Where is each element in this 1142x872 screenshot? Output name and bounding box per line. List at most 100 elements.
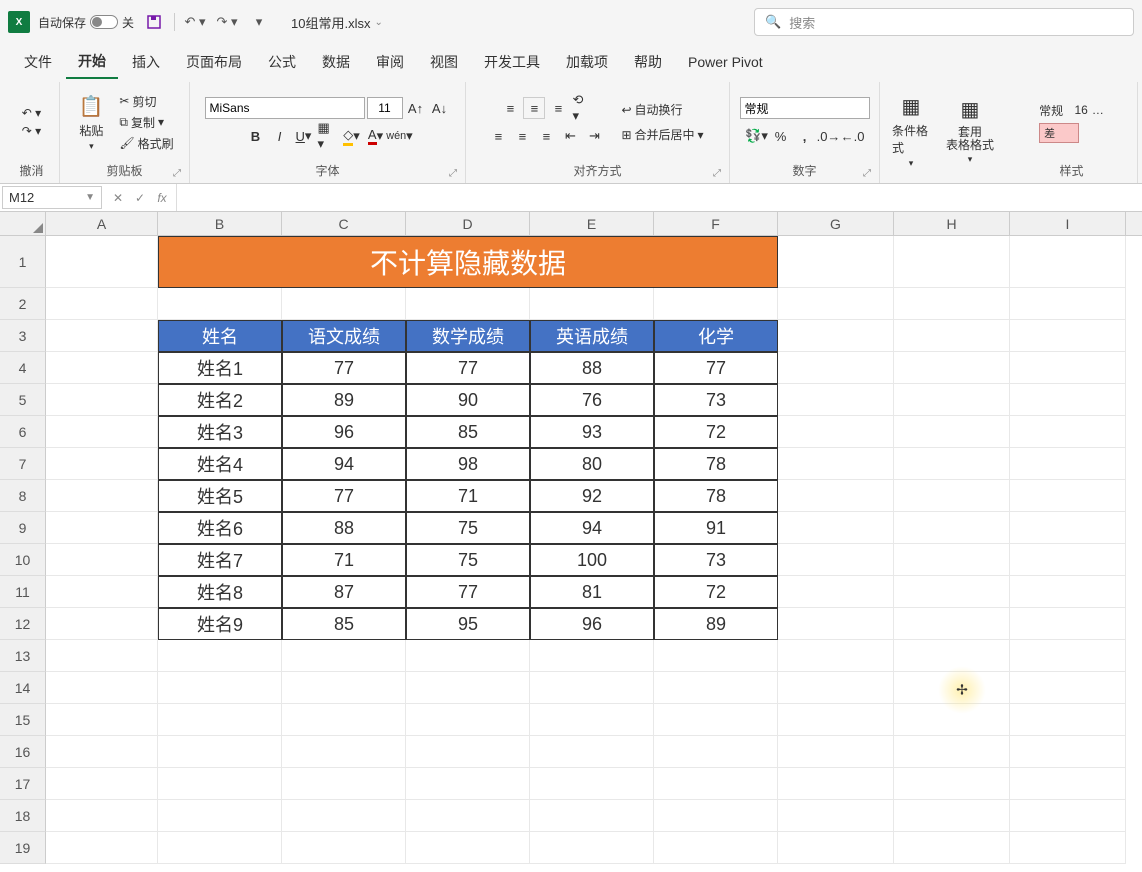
row-header-5[interactable]: 5 bbox=[0, 384, 46, 416]
align-left-button[interactable]: ≡ bbox=[487, 125, 509, 147]
cell-I10[interactable] bbox=[1010, 544, 1126, 576]
tab-data[interactable]: 数据 bbox=[310, 46, 362, 78]
percent-button[interactable]: % bbox=[770, 125, 792, 147]
cell-A2[interactable] bbox=[46, 288, 158, 320]
cell-I8[interactable] bbox=[1010, 480, 1126, 512]
cell-G14[interactable] bbox=[778, 672, 894, 704]
cell-H15[interactable] bbox=[894, 704, 1010, 736]
row-header-2[interactable]: 2 bbox=[0, 288, 46, 320]
cell-F7[interactable]: 78 bbox=[654, 448, 778, 480]
cell-A11[interactable] bbox=[46, 576, 158, 608]
cell-A1[interactable] bbox=[46, 236, 158, 288]
filename[interactable]: 10组常用.xlsx ⌄ bbox=[291, 13, 383, 32]
cell-B12[interactable]: 姓名9 bbox=[158, 608, 282, 640]
cell-E9[interactable]: 94 bbox=[530, 512, 654, 544]
cell-F17[interactable] bbox=[654, 768, 778, 800]
currency-button[interactable]: 💱▾ bbox=[746, 125, 768, 147]
cell-I14[interactable] bbox=[1010, 672, 1126, 704]
cell-F10[interactable]: 73 bbox=[654, 544, 778, 576]
cell-G5[interactable] bbox=[778, 384, 894, 416]
cell-B9[interactable]: 姓名6 bbox=[158, 512, 282, 544]
cell-H14[interactable] bbox=[894, 672, 1010, 704]
cell-A14[interactable] bbox=[46, 672, 158, 704]
column-header-C[interactable]: C bbox=[282, 212, 406, 235]
cell-B16[interactable] bbox=[158, 736, 282, 768]
cell-F15[interactable] bbox=[654, 704, 778, 736]
row-header-11[interactable]: 11 bbox=[0, 576, 46, 608]
row-header-10[interactable]: 10 bbox=[0, 544, 46, 576]
select-all-corner[interactable] bbox=[0, 212, 46, 235]
cell-E10[interactable]: 100 bbox=[530, 544, 654, 576]
cell-G12[interactable] bbox=[778, 608, 894, 640]
cell-A16[interactable] bbox=[46, 736, 158, 768]
cell-B4[interactable]: 姓名1 bbox=[158, 352, 282, 384]
cell-A5[interactable] bbox=[46, 384, 158, 416]
cell-F13[interactable] bbox=[654, 640, 778, 672]
font-name-select[interactable] bbox=[205, 97, 365, 119]
cell-C19[interactable] bbox=[282, 832, 406, 864]
cell-I18[interactable] bbox=[1010, 800, 1126, 832]
cell-C3[interactable]: 语文成绩 bbox=[282, 320, 406, 352]
cell-D18[interactable] bbox=[406, 800, 530, 832]
increase-indent-button[interactable]: ⇥ bbox=[583, 125, 605, 147]
cell-C13[interactable] bbox=[282, 640, 406, 672]
cell-C18[interactable] bbox=[282, 800, 406, 832]
cell-D7[interactable]: 98 bbox=[406, 448, 530, 480]
row-header-15[interactable]: 15 bbox=[0, 704, 46, 736]
cell-H4[interactable] bbox=[894, 352, 1010, 384]
row-header-17[interactable]: 17 bbox=[0, 768, 46, 800]
spreadsheet-grid[interactable]: ABCDEFGHI 12345678910111213141516171819 … bbox=[0, 212, 1142, 872]
cancel-formula-button[interactable]: ✕ bbox=[108, 191, 128, 205]
tab-dev[interactable]: 开发工具 bbox=[472, 46, 552, 78]
cell-E5[interactable]: 76 bbox=[530, 384, 654, 416]
cell-H7[interactable] bbox=[894, 448, 1010, 480]
format-painter-button[interactable]: 🖌格式刷 bbox=[115, 134, 177, 153]
cell-C2[interactable] bbox=[282, 288, 406, 320]
column-header-D[interactable]: D bbox=[406, 212, 530, 235]
cell-H2[interactable] bbox=[894, 288, 1010, 320]
cell-F8[interactable]: 78 bbox=[654, 480, 778, 512]
align-center-button[interactable]: ≡ bbox=[511, 125, 533, 147]
copy-button[interactable]: ⧉复制 ▾ bbox=[115, 113, 168, 132]
cell-G16[interactable] bbox=[778, 736, 894, 768]
row-header-19[interactable]: 19 bbox=[0, 832, 46, 864]
cell-D5[interactable]: 90 bbox=[406, 384, 530, 416]
cell-I9[interactable] bbox=[1010, 512, 1126, 544]
cell-D11[interactable]: 77 bbox=[406, 576, 530, 608]
paste-button[interactable]: 📋 粘贴▾ bbox=[71, 90, 111, 154]
cell-H5[interactable] bbox=[894, 384, 1010, 416]
column-header-H[interactable]: H bbox=[894, 212, 1010, 235]
font-color-button[interactable]: A ▾ bbox=[365, 125, 387, 147]
decrease-decimal-button[interactable]: ←.0 bbox=[842, 125, 864, 147]
cell-F12[interactable]: 89 bbox=[654, 608, 778, 640]
name-box[interactable]: M12 ▼ bbox=[2, 186, 102, 209]
cell-C10[interactable]: 71 bbox=[282, 544, 406, 576]
cell-I16[interactable] bbox=[1010, 736, 1126, 768]
cell-I15[interactable] bbox=[1010, 704, 1126, 736]
redo-button[interactable]: ↷ ▾ bbox=[215, 10, 239, 34]
align-middle-button[interactable]: ≡ bbox=[523, 97, 545, 119]
font-size-select[interactable] bbox=[367, 97, 403, 119]
decrease-font-button[interactable]: A↓ bbox=[429, 97, 451, 119]
cell-G17[interactable] bbox=[778, 768, 894, 800]
cell-A9[interactable] bbox=[46, 512, 158, 544]
border-button[interactable]: ▦ ▾ bbox=[317, 125, 339, 147]
cell-G1[interactable] bbox=[778, 236, 894, 288]
cell-E18[interactable] bbox=[530, 800, 654, 832]
cell-H3[interactable] bbox=[894, 320, 1010, 352]
cell-I11[interactable] bbox=[1010, 576, 1126, 608]
cell-D16[interactable] bbox=[406, 736, 530, 768]
align-bottom-button[interactable]: ≡ bbox=[547, 97, 569, 119]
undo-split[interactable]: ↶ ▾ bbox=[18, 105, 45, 121]
cell-E2[interactable] bbox=[530, 288, 654, 320]
cut-button[interactable]: ✂剪切 bbox=[115, 92, 160, 111]
cell-E15[interactable] bbox=[530, 704, 654, 736]
cell-A6[interactable] bbox=[46, 416, 158, 448]
autosave-toggle[interactable]: 自动保存 关 bbox=[38, 14, 134, 31]
cell-C11[interactable]: 87 bbox=[282, 576, 406, 608]
cell-F16[interactable] bbox=[654, 736, 778, 768]
cell-H19[interactable] bbox=[894, 832, 1010, 864]
cell-A8[interactable] bbox=[46, 480, 158, 512]
column-header-G[interactable]: G bbox=[778, 212, 894, 235]
cell-A13[interactable] bbox=[46, 640, 158, 672]
